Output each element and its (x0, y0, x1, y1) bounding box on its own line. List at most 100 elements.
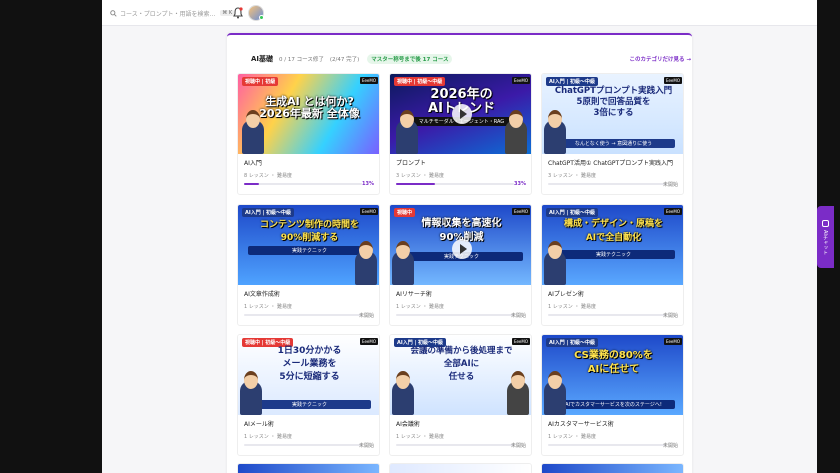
progress-bar (548, 444, 666, 446)
course-info: ChatGPT活用① ChatGPTプロンプト実践入門 3 レッスン ・ 難易度 (548, 158, 680, 179)
thumbnail-headline: 構成・デザイン・原稿を AIで全自動化 (563, 219, 663, 243)
course-meta: 8 レッスン ・ 難易度 (244, 173, 292, 179)
brand-logo: EeeMO (663, 338, 682, 345)
course-meta: 1 レッスン ・ 難易度 (548, 304, 596, 310)
progress-fill (396, 183, 435, 185)
course-thumbnail: AI入門 | 初級〜中級 EeeMO ChatGPTプロンプト実践入門 5原則で回… (542, 74, 683, 154)
search-input[interactable]: コース・プロンプト・用語を検索... ⌘ K (110, 6, 238, 20)
course-meta: 1 レッスン ・ 難易度 (244, 434, 292, 440)
brand-logo: EeeMO (663, 208, 682, 215)
character-illustration (392, 371, 414, 415)
section-count: 0 / 17 コース修了 (279, 57, 324, 63)
progress-bar (396, 314, 514, 316)
course-title: AIカスタマーサービス術 (548, 421, 614, 428)
chat-icon (822, 219, 829, 227)
course-tag: AI入門 | 初級〜中級 (546, 77, 599, 86)
course-info: AIカスタマーサービス術 1 レッスン ・ 難易度 (548, 419, 680, 440)
course-card[interactable]: AI入門 | 初級〜中級 EeeMO コンテンツ制作の時間を 90%削減する 実践… (237, 204, 380, 326)
course-thumbnail: 視聴中 | 初級 EeeMO 生成AI とは何か? 2026年最新 全体像 (238, 74, 379, 154)
course-title: プロンプト (396, 160, 426, 167)
course-meta: 1 レッスン ・ 難易度 (396, 434, 444, 440)
progress-bar (396, 183, 514, 185)
course-thumbnail: AI入門 | 初級〜中級 EeeMO 会議の準備から後処理まで 全部AIに 任せる (390, 335, 531, 415)
course-status: 未開始 (358, 443, 374, 449)
course-thumbnail: 視聴中 EeeMO 情報収集を高速化90%削減 実践テクニック (390, 205, 531, 285)
progress-bar (548, 183, 666, 185)
character-illustration (355, 241, 377, 285)
course-status: 未開始 (662, 313, 678, 319)
section-header: AI基礎 0 / 17 コース修了 (2/47 完了) マスター称号まで後 17… (251, 53, 691, 65)
progress-bar (244, 314, 362, 316)
course-tag: 視聴中 | 初級〜中級 (394, 77, 446, 86)
ai-chat-label: AIチャット (822, 229, 828, 255)
progress-bar (244, 183, 362, 185)
course-card[interactable]: 視聴中 EeeMO 情報収集を高速化90%削減 実践テクニック AIリサーチ術 … (389, 204, 532, 326)
play-icon[interactable] (452, 104, 472, 124)
course-card[interactable]: AI入門 | 初級〜中級 EeeMO CS業務の80%を AIに任せて AIでカス… (541, 334, 684, 456)
character-illustration (505, 110, 527, 154)
course-title: AI入門 (244, 160, 262, 167)
section-done: (2/47 完了) (329, 57, 360, 63)
course-meta: 3 レッスン ・ 難易度 (396, 173, 444, 179)
course-card[interactable] (237, 463, 380, 473)
thumbnail-subline: なんとなく使う → 意図通りに使う (552, 139, 675, 148)
character-illustration (544, 110, 566, 154)
thumbnail-subline: 実践テクニック (248, 400, 371, 409)
character-illustration (242, 110, 264, 154)
thumbnail-headline: コンテンツ制作の時間を 90%削減する (259, 220, 359, 243)
course-card[interactable] (389, 463, 532, 473)
character-illustration (544, 371, 566, 415)
brand-logo: EeeMO (359, 77, 378, 84)
brand-logo: EeeMO (511, 77, 530, 84)
thumbnail-headline: 生成AI とは何か? 2026年最新 全体像 (259, 95, 360, 120)
course-tag: 視聴中 | 初級 (242, 77, 279, 86)
course-info: AI会議術 1 レッスン ・ 難易度 (396, 419, 528, 440)
course-thumbnail: AI入門 | 初級〜中級 EeeMO CS業務の80%を AIに任せて AIでカス… (542, 335, 683, 415)
brand-logo: EeeMO (359, 338, 378, 345)
course-card[interactable]: AI入門 | 初級〜中級 EeeMO 構成・デザイン・原稿を AIで全自動化 実践… (541, 204, 684, 326)
brand-logo: EeeMO (511, 338, 530, 345)
course-thumbnail: AI入門 | 初級〜中級 EeeMO 構成・デザイン・原稿を AIで全自動化 実践… (542, 205, 683, 285)
course-status: 未開始 (510, 443, 526, 449)
progress-fill (244, 183, 260, 185)
course-status: 未開始 (358, 313, 374, 319)
course-tag: AI入門 | 初級〜中級 (546, 208, 599, 217)
course-card[interactable] (541, 463, 684, 473)
play-icon[interactable] (452, 239, 472, 259)
thumbnail-headline: 1日30分かかる メール業務を 5分に短縮する (277, 346, 342, 382)
course-status: 未開始 (510, 313, 526, 319)
bell-icon[interactable] (232, 6, 244, 20)
character-illustration (396, 110, 418, 154)
course-title: AI会議術 (396, 421, 420, 428)
course-thumbnail: 視聴中 | 初級〜中級 EeeMO 2026年のAIトレンド マルチモーダル・エ… (390, 74, 531, 154)
course-meta: 1 レッスン ・ 難易度 (548, 434, 596, 440)
course-card[interactable]: AI入門 | 初級〜中級 EeeMO 会議の準備から後処理まで 全部AIに 任せる … (389, 334, 532, 456)
course-title: AIリサーチ術 (396, 291, 432, 298)
course-title: AI文章作成術 (244, 291, 280, 298)
ai-chat-tab[interactable]: AIチャット (817, 206, 834, 268)
progress-bar (244, 444, 362, 446)
course-meta: 1 レッスン ・ 難易度 (244, 304, 292, 310)
main-page: コース・プロンプト・用語を検索... ⌘ K AI基礎 0 / 17 コース修了… (102, 0, 817, 473)
course-card[interactable]: 視聴中 | 初級 EeeMO 生成AI とは何か? 2026年最新 全体像 AI入… (237, 73, 380, 195)
thumbnail-subline: AIでカスタマーサービスを次のステージへ! (552, 400, 675, 409)
course-info: プロンプト 3 レッスン ・ 難易度 (396, 158, 528, 179)
course-thumbnail: AI入門 | 初級〜中級 EeeMO コンテンツ制作の時間を 90%削減する 実践… (238, 205, 379, 285)
course-meta: 3 レッスン ・ 難易度 (548, 173, 596, 179)
course-thumbnail: 視聴中 | 初級〜中級 EeeMO 1日30分かかる メール業務を 5分に短縮する … (238, 335, 379, 415)
thumbnail-headline: ChatGPTプロンプト実践入門 5原則で回答品質を 3倍にする (554, 86, 673, 118)
category-only-link[interactable]: このカテゴリだけ見る → (629, 55, 691, 63)
course-info: AIリサーチ術 1 レッスン ・ 難易度 (396, 289, 528, 310)
course-status: 未開始 (662, 182, 678, 188)
course-card[interactable]: AI入門 | 初級〜中級 EeeMO ChatGPTプロンプト実践入門 5原則で回… (541, 73, 684, 195)
character-illustration (507, 371, 529, 415)
course-status: 33% (514, 181, 526, 187)
course-meta: 1 レッスン ・ 難易度 (396, 304, 444, 310)
top-bar: コース・プロンプト・用語を検索... ⌘ K (102, 0, 817, 26)
character-illustration (392, 241, 414, 285)
progress-bar (548, 314, 666, 316)
course-card[interactable]: 視聴中 | 初級〜中級 EeeMO 1日30分かかる メール業務を 5分に短縮する … (237, 334, 380, 456)
course-card[interactable]: 視聴中 | 初級〜中級 EeeMO 2026年のAIトレンド マルチモーダル・エ… (389, 73, 532, 195)
master-badge: マスター称号まで後 17 コース (367, 54, 453, 64)
category-section: AI基礎 0 / 17 コース修了 (2/47 完了) マスター称号まで後 17… (227, 33, 692, 473)
